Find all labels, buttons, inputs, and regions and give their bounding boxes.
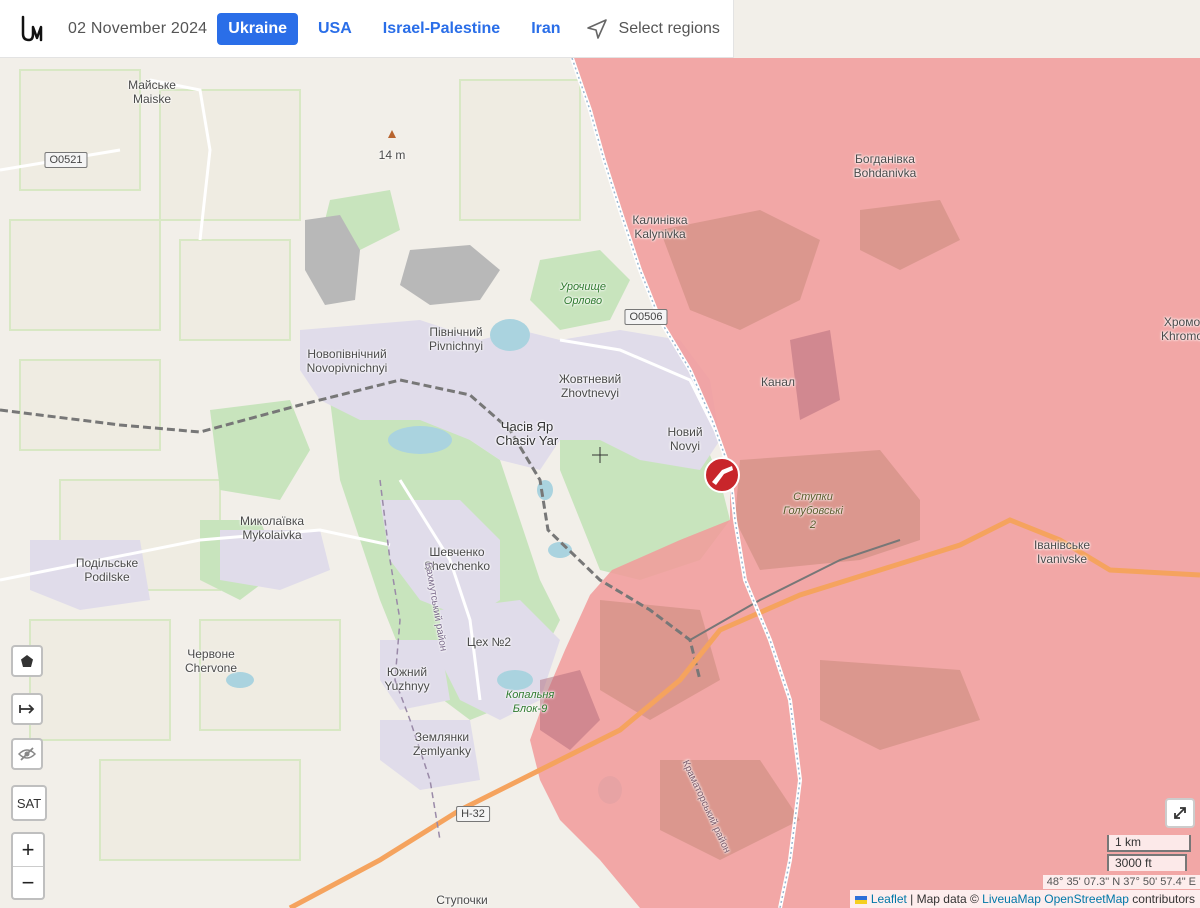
pentagon-icon [21, 655, 33, 667]
place-label-zemlianky: Землянки Zemlyanky [412, 730, 472, 758]
draw-polygon-button[interactable] [11, 645, 43, 677]
arrow-right-to-bar-icon [19, 704, 35, 714]
tab-israel-palestine[interactable]: Israel-Palestine [372, 13, 511, 45]
map-canvas[interactable]: Майське Maiske 14 m Богданівка Bohdanivk… [0, 0, 1200, 908]
place-label-tsekh: Цех №2 [466, 635, 512, 649]
attribution-contributors: contributors [1132, 892, 1195, 906]
hide-layers-button[interactable] [11, 738, 43, 770]
scale-bar: 1 km 3000 ft [1107, 835, 1191, 871]
tab-ukraine[interactable]: Ukraine [217, 12, 298, 45]
cursor-coordinates: 48° 35' 07.3" N 37° 50' 57.4" E [1042, 875, 1200, 889]
osm-link[interactable]: OpenStreetMap [1044, 892, 1129, 906]
place-label-maiske: Майське Maiske [128, 78, 176, 106]
place-label-mykolaivka: Миколаївка Mykolaivka [239, 514, 305, 542]
tab-iran[interactable]: Iran [520, 13, 571, 45]
expand-arrow-icon [1174, 807, 1186, 819]
place-label-stupky: Ступки Голубовські 2 [783, 491, 843, 531]
place-label-bohdanivka: Богданівка Bohdanivka [853, 152, 917, 180]
liveuamap-link[interactable]: LiveuaMap [982, 892, 1041, 906]
zoom-in-button[interactable]: + [13, 834, 43, 867]
road-badge-h32: H-32 [456, 806, 490, 822]
place-label-novopivnichnyi: Новопівнічний Novopivnichnyi [306, 347, 388, 375]
top-bar: 02 November 2024 Ukraine USA Israel-Pale… [0, 0, 734, 58]
satellite-label: SAT [16, 795, 42, 811]
place-label-pivnichnyi: Північний Pivnichnyi [428, 325, 484, 353]
place-label-zhovtnevyi: Жовтневий Zhovtnevyi [558, 372, 622, 400]
map-attribution: Leaflet | Map data © LiveuaMap OpenStree… [850, 890, 1200, 908]
measure-button[interactable] [11, 693, 43, 725]
place-label-kopalnia: Копальня Блок-9 [505, 689, 555, 715]
zoom-out-button[interactable]: − [13, 867, 43, 899]
select-regions-button[interactable]: Select regions [585, 17, 720, 41]
road-badge-o0521: O0521 [44, 152, 88, 168]
satellite-toggle-button[interactable]: SAT [11, 785, 47, 821]
select-regions-label: Select regions [618, 19, 720, 37]
battle-marker-icon[interactable] [704, 457, 740, 493]
place-label-ivanivske: Іванівське Ivanivske [1033, 538, 1091, 566]
leaflet-link[interactable]: Leaflet [871, 892, 907, 906]
scale-ft: 3000 ft [1107, 854, 1187, 871]
place-label-kanal: Канал [761, 375, 795, 389]
attribution-separator: | Map data © [906, 892, 983, 906]
tab-usa[interactable]: USA [307, 13, 363, 45]
site-logo[interactable] [20, 14, 50, 44]
eye-slash-icon [18, 747, 36, 761]
place-label-kalynivka: Калинівка Kalynivka [632, 213, 688, 241]
scale-km: 1 km [1107, 835, 1191, 852]
zoom-control: + − [11, 832, 45, 900]
place-label-podilske: Подільське Podilske [75, 556, 139, 584]
place-label-novyi: Новий Novyi [667, 425, 703, 453]
road-badge-o0506: O0506 [624, 309, 668, 325]
peak-label: 14 m [378, 148, 406, 162]
place-label-orlovo: Урочище Орлово [560, 281, 606, 307]
place-label-chervone: Червоне Chervone [184, 647, 238, 675]
navigation-arrow-icon [586, 18, 607, 39]
place-label-khromove: Хромо Khromo [1160, 315, 1200, 343]
place-label-yuzhnyi: Южний Yuzhnyy [384, 665, 430, 693]
place-label-stupochky: Ступочки [436, 893, 488, 907]
fullscreen-button[interactable] [1165, 798, 1195, 828]
logo-icon [21, 15, 43, 41]
place-label-chasiv-yar: Часів Яр Chasiv Yar [495, 419, 559, 448]
map-tiles [0, 0, 1200, 908]
ukraine-flag-icon [855, 895, 868, 904]
current-date: 02 November 2024 [68, 19, 208, 37]
